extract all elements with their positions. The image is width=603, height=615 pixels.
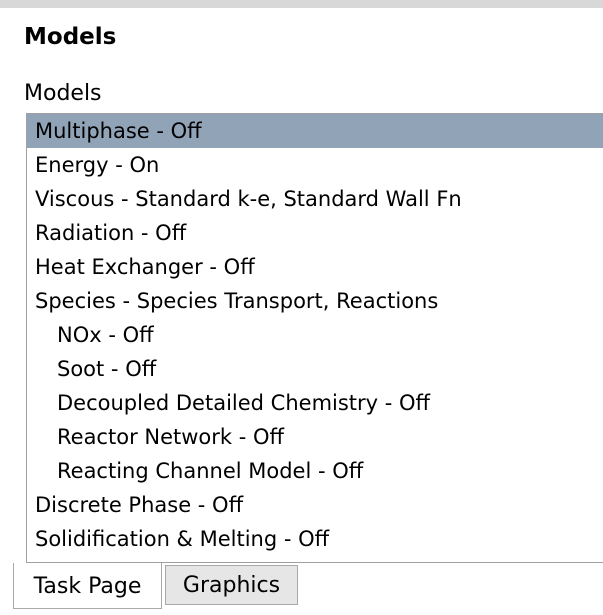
models-group-label: Models [24, 81, 102, 106]
tab-graphics[interactable]: Graphics [165, 565, 298, 605]
bottom-tab-bar: Task Page Graphics [0, 563, 603, 615]
model-item-nox[interactable]: NOx - Off [27, 318, 603, 352]
model-item-radiation[interactable]: Radiation - Off [27, 216, 603, 250]
model-item-heat-exchanger[interactable]: Heat Exchanger - Off [27, 250, 603, 284]
panel-title: Models [24, 24, 117, 50]
model-item-viscous[interactable]: Viscous - Standard k-e, Standard Wall Fn [27, 182, 603, 216]
model-item-decoupled-detailed-chemistry[interactable]: Decoupled Detailed Chemistry - Off [27, 386, 603, 420]
model-item-energy[interactable]: Energy - On [27, 148, 603, 182]
model-item-reactor-network[interactable]: Reactor Network - Off [27, 420, 603, 454]
model-item-soot[interactable]: Soot - Off [27, 352, 603, 386]
model-item-species[interactable]: Species - Species Transport, Reactions [27, 284, 603, 318]
top-divider [0, 0, 603, 8]
model-item-multiphase[interactable]: Multiphase - Off [27, 114, 603, 148]
model-item-discrete-phase[interactable]: Discrete Phase - Off [27, 488, 603, 522]
models-list[interactable]: Multiphase - Off Energy - On Viscous - S… [26, 113, 603, 563]
model-item-solidification-melting[interactable]: Solidification & Melting - Off [27, 522, 603, 556]
model-item-reacting-channel-model[interactable]: Reacting Channel Model - Off [27, 454, 603, 488]
tab-task-page[interactable]: Task Page [13, 563, 162, 609]
